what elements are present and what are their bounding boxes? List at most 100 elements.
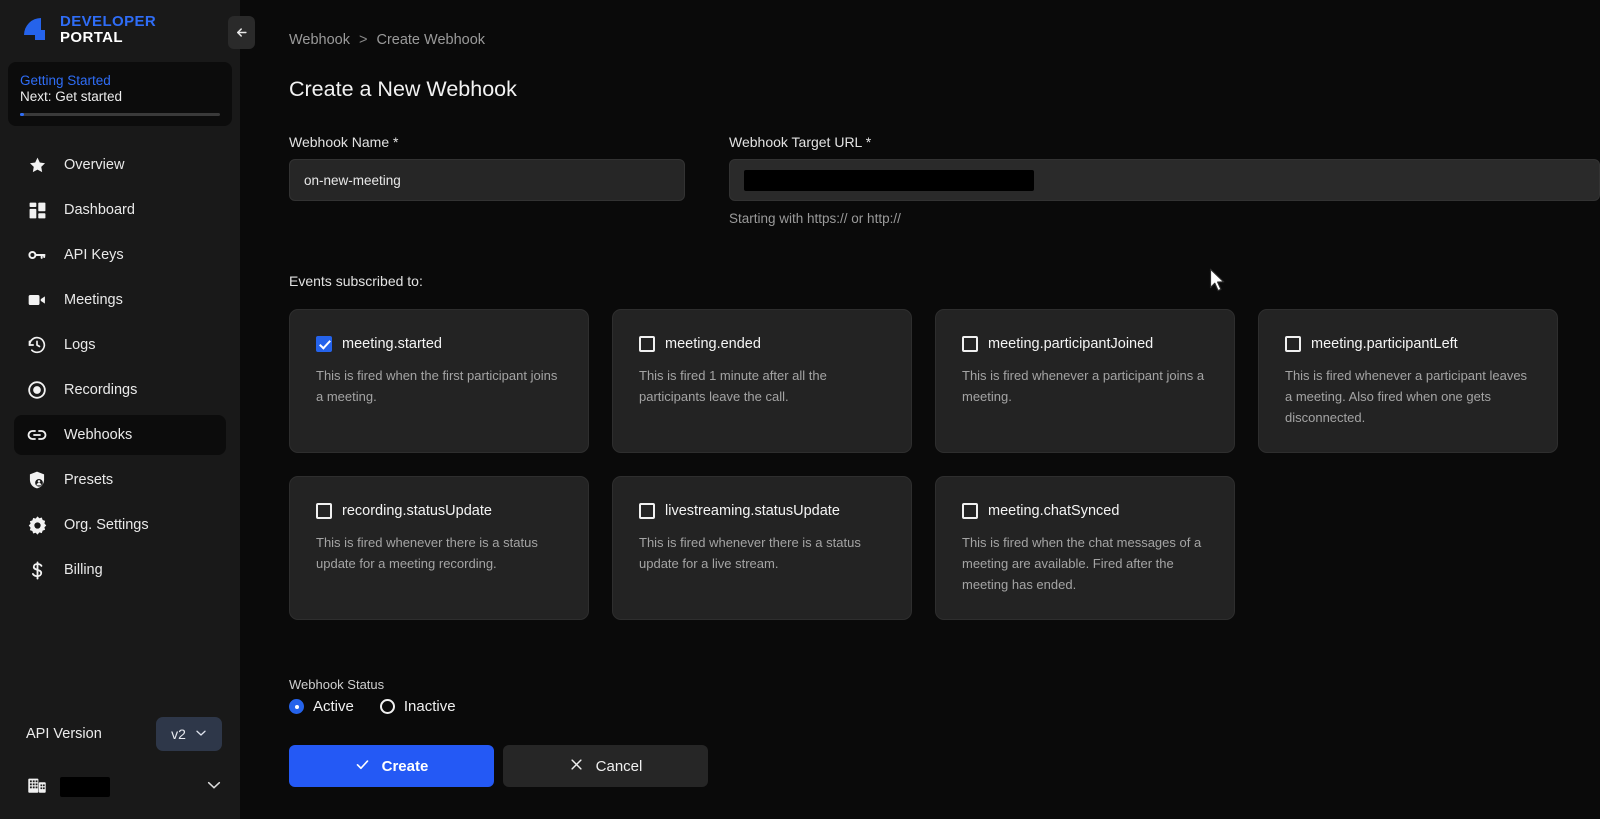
event-description: This is fired whenever a participant lea… <box>1285 368 1528 426</box>
radio-inactive[interactable] <box>379 699 395 715</box>
create-button-label: Create <box>381 757 429 775</box>
brand-logo[interactable]: DEVELOPER PORTAL <box>0 0 240 58</box>
event-card-header: meeting.started <box>316 336 563 352</box>
org-name-redacted <box>60 777 110 797</box>
sidebar-item-label: Logs <box>64 337 96 354</box>
webhook-status-radio-row: Active Inactive <box>289 698 1600 715</box>
brand-line-1: DEVELOPER <box>60 13 157 30</box>
event-description: This is fired 1 minute after all the par… <box>639 368 827 405</box>
star-icon <box>26 154 48 176</box>
events-subscribed-label: Events subscribed to: <box>289 273 423 289</box>
sidebar-item-meetings[interactable]: Meetings <box>14 280 226 320</box>
cancel-button-label: Cancel <box>595 757 643 775</box>
api-version-value: v2 <box>171 726 186 742</box>
checkbox-recording-status-update[interactable] <box>316 503 332 520</box>
sidebar-item-label: Overview <box>64 157 125 174</box>
event-card-meeting-participant-joined[interactable]: meeting.participantJoined This is fired … <box>935 309 1235 454</box>
required-asterisk: * <box>865 134 872 150</box>
event-card-header: meeting.participantJoined <box>962 336 1209 352</box>
sidebar-item-recordings[interactable]: Recordings <box>14 370 226 410</box>
checkbox-meeting-chat-synced[interactable] <box>962 503 978 520</box>
checkbox-meeting-ended[interactable] <box>639 336 655 352</box>
event-card-livestreaming-status-update[interactable]: livestreaming.statusUpdate This is fired… <box>612 476 912 621</box>
checkbox-meeting-participant-joined[interactable] <box>962 336 978 352</box>
sidebar-item-dashboard[interactable]: Dashboard <box>14 190 226 230</box>
sidebar-item-api-keys[interactable]: API Keys <box>14 235 226 275</box>
radio-active[interactable] <box>289 699 304 715</box>
video-camera-icon <box>26 289 48 311</box>
building-icon <box>26 774 48 801</box>
event-name: meeting.ended <box>665 336 761 352</box>
breadcrumb-parent[interactable]: Webhook <box>289 32 350 48</box>
checkbox-livestreaming-status-update[interactable] <box>639 503 655 520</box>
sidebar-item-label: Billing <box>64 562 103 579</box>
shield-user-icon <box>26 469 48 491</box>
event-card-meeting-started[interactable]: meeting.started This is fired when the f… <box>289 309 589 454</box>
api-version-row: API Version v2 <box>0 711 240 757</box>
sidebar-item-overview[interactable]: Overview <box>14 145 226 185</box>
event-card-meeting-chat-synced[interactable]: meeting.chatSynced This is fired when th… <box>935 476 1235 621</box>
brand-text: DEVELOPER PORTAL <box>60 13 157 47</box>
app-root: DEVELOPER PORTAL Getting Started Next: G… <box>0 0 1600 819</box>
breadcrumb-current: Create Webhook <box>376 32 486 48</box>
sidebar-item-label: Dashboard <box>64 202 135 219</box>
brand-line-2: PORTAL <box>60 29 123 47</box>
event-card-meeting-ended[interactable]: meeting.ended This is fired 1 minute aft… <box>612 309 912 454</box>
sidebar-item-presets[interactable]: Presets <box>14 460 226 500</box>
webhook-name-field-group: Webhook Name * on-new-meeting <box>289 134 685 226</box>
sidebar: DEVELOPER PORTAL Getting Started Next: G… <box>0 0 255 819</box>
label-text: Webhook Target URL <box>729 134 862 150</box>
sidebar-item-label: API Keys <box>64 247 124 264</box>
sidebar-footer: API Version v2 <box>0 711 240 819</box>
main-content: Webhook > Create Webhook Create a New We… <box>240 0 1600 819</box>
radio-option-inactive[interactable]: Inactive <box>379 698 456 715</box>
link-chain-icon <box>26 424 48 446</box>
breadcrumb: Webhook > Create Webhook <box>240 0 1600 48</box>
event-description: This is fired when the chat messages of … <box>962 535 1202 593</box>
checkbox-meeting-started[interactable] <box>316 336 332 352</box>
chevron-down-icon <box>206 777 222 798</box>
event-name: meeting.participantJoined <box>988 336 1154 352</box>
create-button[interactable]: Create <box>289 745 494 788</box>
webhook-name-label: Webhook Name * <box>289 134 685 150</box>
collapse-sidebar-button[interactable] <box>228 16 255 49</box>
required-asterisk: * <box>393 134 399 150</box>
label-text: Webhook Name <box>289 134 390 150</box>
dashboard-icon <box>26 199 48 221</box>
sidebar-item-org-settings[interactable]: Org. Settings <box>14 505 226 545</box>
webhook-url-input[interactable] <box>729 159 1600 201</box>
getting-started-card[interactable]: Getting Started Next: Get started <box>8 62 232 127</box>
event-card-header: meeting.ended <box>639 336 886 352</box>
api-version-select[interactable]: v2 <box>156 717 222 751</box>
event-name: meeting.chatSynced <box>988 503 1120 520</box>
sidebar-item-label: Webhooks <box>64 427 133 444</box>
form-top-fields: Webhook Name * on-new-meeting Webhook Ta… <box>240 102 1600 226</box>
event-card-header: meeting.participantLeft <box>1285 336 1532 352</box>
sidebar-item-logs[interactable]: Logs <box>14 325 226 365</box>
getting-started-next-step: Next: Get started <box>20 89 123 105</box>
event-name: livestreaming.statusUpdate <box>665 503 840 520</box>
webhook-status-group: Webhook Status Active Inactive <box>240 620 1600 715</box>
events-card-grid: meeting.started This is fired when the f… <box>240 289 1600 621</box>
sidebar-item-label: Meetings <box>64 292 123 309</box>
event-card-meeting-participant-left[interactable]: meeting.participantLeft This is fired wh… <box>1258 309 1558 454</box>
sidebar-item-webhooks[interactable]: Webhooks <box>14 415 226 456</box>
checkbox-meeting-participant-left[interactable] <box>1285 336 1301 352</box>
sidebar-nav: Overview Dashboard API Keys Meetings Log… <box>0 140 240 711</box>
cancel-button[interactable]: Cancel <box>503 745 708 788</box>
record-circle-icon <box>26 379 48 401</box>
sidebar-item-label: Org. Settings <box>64 517 149 534</box>
developer-portal-logo-icon <box>22 16 50 44</box>
webhook-url-hint: Starting with https:// or http:// <box>729 211 901 226</box>
event-description: This is fired whenever a participant joi… <box>962 368 1205 405</box>
breadcrumb-separator: > <box>359 32 368 48</box>
webhook-status-label: Webhook Status <box>289 677 385 693</box>
history-clock-icon <box>26 334 48 356</box>
event-card-recording-status-update[interactable]: recording.statusUpdate This is fired whe… <box>289 476 589 621</box>
org-switcher[interactable] <box>0 757 240 805</box>
radio-option-active[interactable]: Active <box>289 698 354 715</box>
sidebar-item-billing[interactable]: Billing <box>14 550 226 590</box>
event-card-header: meeting.chatSynced <box>962 503 1209 520</box>
webhook-name-input[interactable]: on-new-meeting <box>289 159 685 201</box>
webhook-url-value-redacted <box>744 169 1034 191</box>
